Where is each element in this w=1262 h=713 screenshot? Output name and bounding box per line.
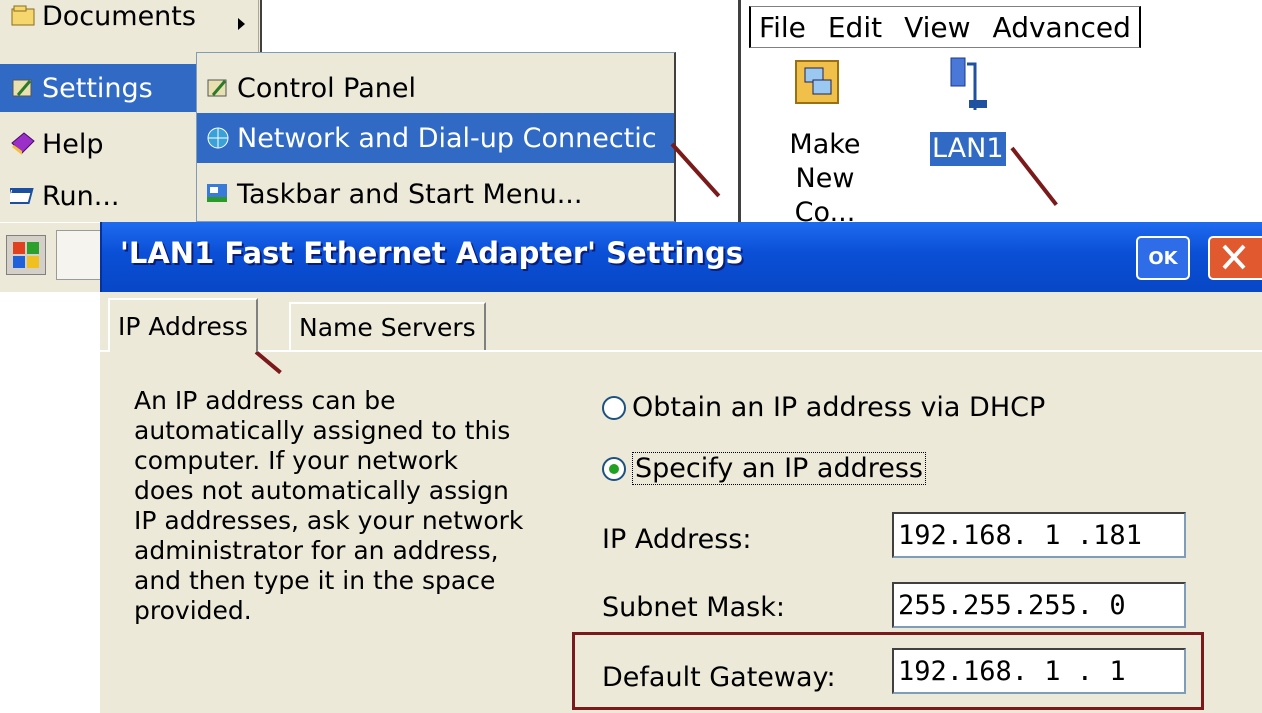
close-button[interactable]	[1208, 236, 1262, 280]
start-item-run[interactable]: Run...	[0, 172, 196, 220]
tab-name-servers[interactable]: Name Servers	[289, 302, 486, 350]
ok-button[interactable]: OK	[1136, 236, 1190, 280]
menu-bar: File Edit View Advanced	[749, 6, 1141, 48]
lan1-label[interactable]: LAN1	[929, 131, 1007, 167]
settings-submenu: Control Panel Network and Dial-up Connec…	[196, 52, 676, 222]
gateway-highlight-box	[572, 632, 1204, 710]
submenu-network-connections[interactable]: Network and Dial-up Connectic	[197, 113, 674, 163]
control-panel-icon	[205, 75, 231, 101]
title-bar: 'LAN1 Fast Ethernet Adapter' Settings OK	[100, 222, 1262, 292]
label-line-1: Make	[789, 129, 861, 160]
label-line-2: New Co...	[794, 163, 856, 228]
network-globe-icon	[205, 125, 231, 151]
submenu-label: Network and Dial-up Connectic	[237, 122, 657, 154]
menu-view[interactable]: View	[904, 11, 970, 44]
radio-button-on[interactable]	[602, 456, 626, 481]
start-item-help[interactable]: Help	[0, 120, 196, 168]
make-new-connection-label[interactable]: Make New Co...	[775, 128, 875, 230]
radio-dhcp[interactable]: Obtain an IP address via DHCP	[602, 392, 1045, 423]
subnet-mask-field[interactable]: 255.255.255. 0	[892, 582, 1186, 628]
subnet-mask-label: Subnet Mask:	[602, 592, 785, 623]
menu-advanced[interactable]: Advanced	[993, 11, 1131, 44]
close-icon	[1222, 244, 1246, 270]
start-item-label: Settings	[42, 72, 153, 104]
help-book-icon	[10, 131, 36, 157]
start-item-settings[interactable]: Settings	[0, 64, 196, 112]
radio-specify-label: Specify an IP address	[632, 452, 926, 485]
windows-flag-icon	[13, 242, 39, 268]
radio-dhcp-label: Obtain an IP address via DHCP	[632, 392, 1046, 423]
make-new-connection-icon[interactable]	[793, 58, 841, 106]
chevron-right-icon	[238, 18, 245, 30]
run-icon	[5, 183, 36, 209]
annotation-arrow-network	[670, 142, 721, 198]
taskbar-icon	[205, 181, 231, 207]
radio-button-off[interactable]	[602, 395, 626, 420]
menu-edit[interactable]: Edit	[828, 11, 882, 44]
start-item-label: Help	[42, 128, 104, 160]
network-connections-window: File Edit View Advanced Make New Co... L…	[738, 0, 1262, 228]
start-item-label: Run...	[42, 180, 120, 212]
menu-file[interactable]: File	[759, 11, 806, 44]
tab-ip-address[interactable]: IP Address	[108, 298, 258, 352]
submenu-label: Taskbar and Start Menu...	[237, 178, 583, 210]
documents-icon	[10, 3, 36, 29]
submenu-control-panel[interactable]: Control Panel	[197, 63, 674, 113]
start-item-documents[interactable]: Documents	[0, 0, 196, 40]
submenu-taskbar[interactable]: Taskbar and Start Menu...	[197, 169, 674, 219]
dialog-title: 'LAN1 Fast Ethernet Adapter' Settings	[120, 236, 744, 270]
ip-address-field[interactable]: 192.168. 1 .181	[892, 512, 1186, 558]
ip-description: An IP address can be automatically assig…	[134, 386, 524, 625]
tab-strip-line	[100, 350, 1262, 352]
start-item-label: Documents	[42, 0, 196, 32]
radio-specify-ip[interactable]: Specify an IP address	[602, 452, 926, 485]
ip-address-label: IP Address:	[602, 524, 752, 555]
submenu-label: Control Panel	[237, 72, 417, 104]
settings-icon	[10, 75, 36, 101]
start-button[interactable]	[6, 235, 46, 275]
lan-adapter-icon[interactable]	[943, 54, 991, 114]
